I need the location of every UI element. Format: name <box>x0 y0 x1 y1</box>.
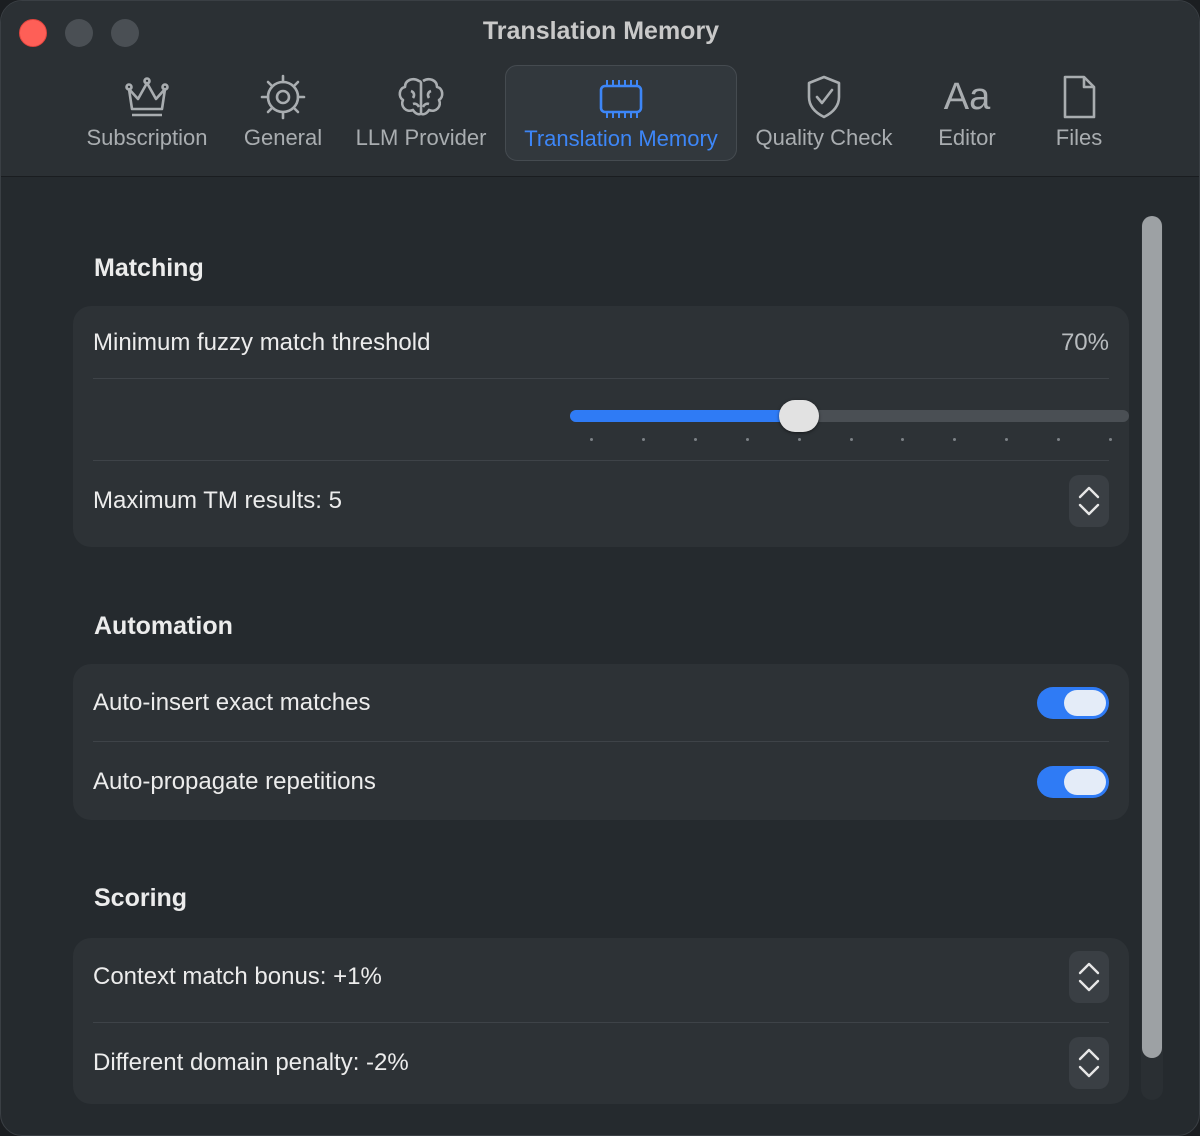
divider <box>93 1022 1109 1023</box>
tab-label: Translation Memory <box>524 126 718 151</box>
slider-ticks <box>570 438 1129 442</box>
domain-penalty-label: Different domain penalty: -2% <box>93 1049 409 1076</box>
memory-chip-icon <box>591 72 651 124</box>
slider-tick <box>797 438 801 441</box>
auto-propagate-toggle[interactable] <box>1037 766 1109 798</box>
context-bonus-stepper[interactable] <box>1069 951 1109 1003</box>
section-title-matching: Matching <box>94 254 204 282</box>
chevron-up-icon[interactable] <box>1076 1045 1102 1063</box>
threshold-row: Minimum fuzzy match threshold 70% <box>93 326 1109 360</box>
slider-fill <box>570 410 808 422</box>
tab-llm-provider[interactable]: LLM Provider <box>347 65 495 161</box>
tab-general[interactable]: General <box>235 65 331 161</box>
font-glyph: Aa <box>943 76 991 118</box>
auto-propagate-row: Auto-propagate repetitions <box>93 763 1109 801</box>
scroll-thumb[interactable] <box>1142 216 1162 1058</box>
toggle-knob <box>1064 769 1106 795</box>
chevron-down-icon[interactable] <box>1076 977 1102 995</box>
context-bonus-label: Context match bonus: +1% <box>93 963 382 990</box>
chevron-up-icon[interactable] <box>1076 959 1102 977</box>
title-bar: Translation Memory Subscription General … <box>1 1 1199 177</box>
font-icon: Aa <box>937 71 997 123</box>
window-title: Translation Memory <box>482 17 720 45</box>
shield-check-icon <box>794 71 854 123</box>
document-icon <box>1049 71 1109 123</box>
tab-label: Subscription <box>86 125 208 150</box>
divider <box>93 378 1109 379</box>
toggle-knob <box>1064 690 1106 716</box>
chevron-down-icon[interactable] <box>1076 501 1102 519</box>
auto-insert-toggle[interactable] <box>1037 687 1109 719</box>
slider-tick <box>693 438 697 441</box>
max-results-row: Maximum TM results: 5 <box>93 474 1109 528</box>
max-results-label: Maximum TM results: 5 <box>93 487 342 514</box>
tab-label: General <box>243 125 323 150</box>
slider-knob[interactable] <box>779 400 820 432</box>
slider-tick <box>953 438 957 441</box>
divider <box>93 741 1109 742</box>
context-bonus-row: Context match bonus: +1% <box>93 950 1109 1004</box>
auto-insert-label: Auto-insert exact matches <box>93 689 371 716</box>
tab-editor[interactable]: Aa Editor <box>925 65 1009 161</box>
automation-group: Auto-insert exact matches Auto-propagate… <box>73 664 1129 820</box>
threshold-value: 70% <box>1060 329 1109 356</box>
divider <box>93 460 1109 461</box>
vertical-scrollbar[interactable] <box>1141 216 1163 1100</box>
auto-propagate-label: Auto-propagate repetitions <box>93 768 376 795</box>
gear-icon <box>253 71 313 123</box>
tab-label: Quality Check <box>755 125 893 150</box>
tab-label: LLM Provider <box>355 125 487 150</box>
slider-tick <box>901 438 905 441</box>
chevron-up-icon[interactable] <box>1076 483 1102 501</box>
tab-quality-check[interactable]: Quality Check <box>745 65 903 161</box>
section-title-automation: Automation <box>94 612 233 640</box>
tab-subscription[interactable]: Subscription <box>77 65 217 161</box>
domain-penalty-stepper[interactable] <box>1069 1037 1109 1089</box>
domain-penalty-row: Different domain penalty: -2% <box>93 1036 1109 1090</box>
slider-tick <box>1057 438 1061 441</box>
matching-group: Minimum fuzzy match threshold 70% Maximu… <box>73 306 1129 547</box>
slider-tick <box>849 438 853 441</box>
crown-icon <box>117 71 177 123</box>
threshold-label: Minimum fuzzy match threshold <box>93 329 431 356</box>
settings-window: Translation Memory Subscription General … <box>0 0 1200 1136</box>
auto-insert-row: Auto-insert exact matches <box>93 684 1109 722</box>
tab-translation-memory[interactable]: Translation Memory <box>505 65 737 161</box>
settings-content: Matching Minimum fuzzy match threshold 7… <box>1 178 1199 1135</box>
tab-label: Editor <box>938 125 996 150</box>
section-title-scoring: Scoring <box>94 884 188 912</box>
slider-tick <box>745 438 749 441</box>
scoring-group: Context match bonus: +1% Different domai… <box>73 938 1129 1104</box>
slider-tick <box>1005 438 1009 441</box>
preferences-toolbar: Subscription General LLM Provider Transl… <box>1 65 1199 161</box>
slider-tick <box>1109 438 1112 441</box>
slider-tick <box>641 438 645 441</box>
threshold-slider-row <box>93 396 1129 446</box>
slider-tick <box>590 438 593 441</box>
tab-files[interactable]: Files <box>1041 65 1117 161</box>
chevron-down-icon[interactable] <box>1076 1063 1102 1081</box>
brain-icon <box>391 71 451 123</box>
threshold-slider[interactable] <box>570 400 1129 432</box>
tab-label: Files <box>1055 125 1103 150</box>
max-results-stepper[interactable] <box>1069 475 1109 527</box>
